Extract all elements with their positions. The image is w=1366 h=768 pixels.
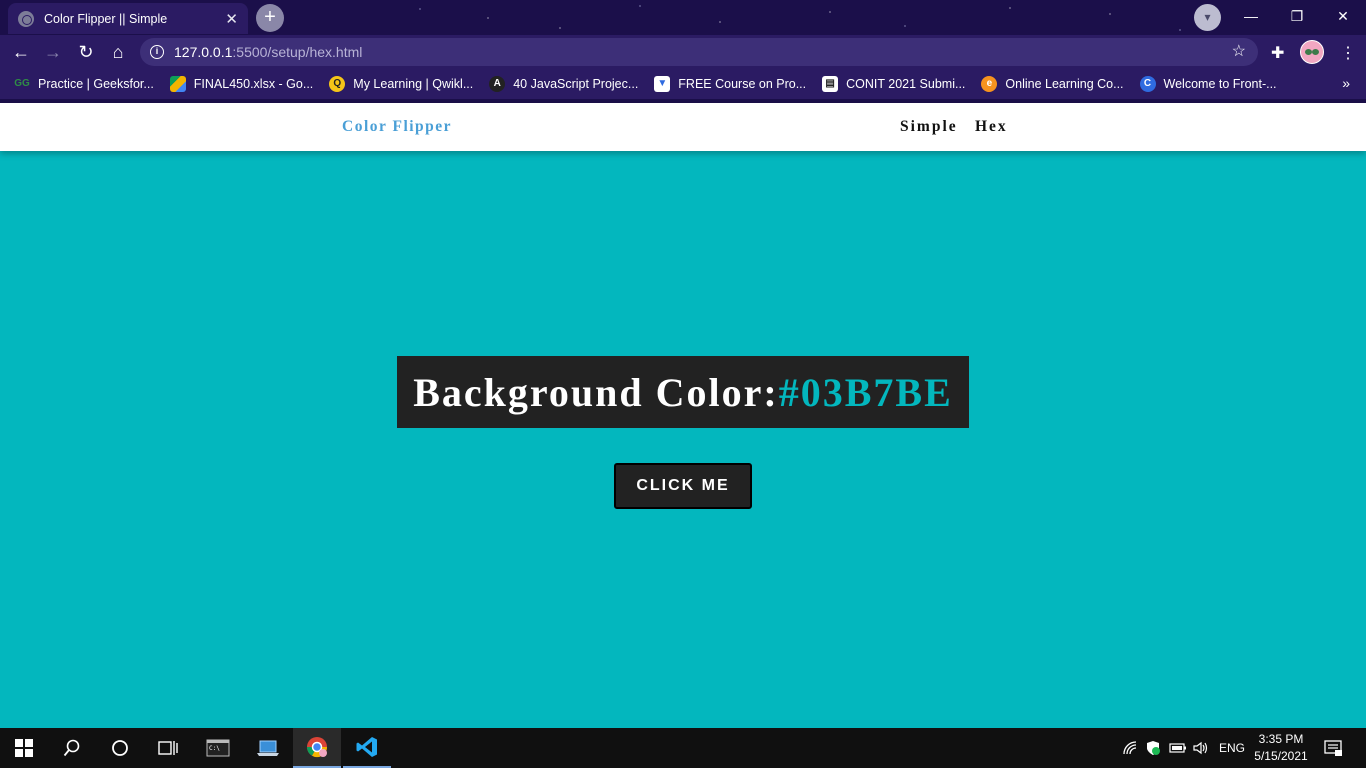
bookmark-item[interactable]: GG Practice | Geeksfor... <box>14 76 154 92</box>
search-icon[interactable] <box>48 728 96 768</box>
click-me-button[interactable]: CLICK ME <box>614 463 752 509</box>
color-label: Background Color: <box>413 369 779 415</box>
browser-toolbar: ← → ↻ ⌂ i 127.0.0.1:5500/setup/hex.html … <box>0 35 1366 69</box>
react-icon: A <box>489 76 506 92</box>
tab-search-icon[interactable]: ▾ <box>1194 4 1221 31</box>
geeksforgeeks-icon: GG <box>14 78 30 89</box>
volume-icon[interactable] <box>1192 728 1208 768</box>
menu-kebab-icon[interactable]: ⋮ <box>1340 43 1356 63</box>
language-indicator[interactable]: ENG <box>1219 728 1245 768</box>
bookmark-item[interactable]: A 40 JavaScript Projec... <box>489 76 638 92</box>
color-display: Background Color: #03B7BE <box>397 356 969 428</box>
network-icon[interactable] <box>1122 728 1138 768</box>
color-value: #03B7BE <box>778 369 953 415</box>
chrome-taskbar-icon[interactable] <box>293 728 341 768</box>
bookmark-label: Practice | Geeksfor... <box>38 77 154 91</box>
globe-icon <box>18 10 34 27</box>
browser-tab[interactable]: Color Flipper || Simple ✕ <box>8 3 248 34</box>
vscode-taskbar-icon[interactable] <box>343 728 391 768</box>
course-icon: ▼ <box>654 76 671 92</box>
clock-date: 5/15/2021 <box>1254 749 1308 763</box>
close-tab-icon[interactable]: ✕ <box>225 10 238 28</box>
bookmark-label: FREE Course on Pro... <box>678 77 807 91</box>
restore-icon[interactable]: ❐ <box>1274 2 1320 30</box>
home-icon[interactable]: ⌂ <box>105 39 131 65</box>
bookmark-item[interactable]: Q My Learning | Qwikl... <box>329 76 473 92</box>
close-window-icon[interactable]: ✕ <box>1320 2 1366 30</box>
url-path: :5500/setup/hex.html <box>232 44 363 60</box>
windows-start-icon[interactable] <box>0 728 48 768</box>
bookmark-label: Welcome to Front-... <box>1163 77 1277 91</box>
bookmark-label: FINAL450.xlsx - Go... <box>193 77 314 91</box>
bookmark-item[interactable]: C Welcome to Front-... <box>1139 76 1277 92</box>
bookmark-star-icon[interactable]: ☆ <box>1232 41 1246 61</box>
bookmark-item[interactable]: ▤ CONIT 2021 Submi... <box>822 76 965 92</box>
forward-arrow-icon[interactable]: → <box>40 39 66 65</box>
nav-link-simple[interactable]: Simple <box>900 118 958 136</box>
profile-avatar[interactable] <box>1300 40 1324 64</box>
back-arrow-icon[interactable]: ← <box>8 39 34 65</box>
tab-title: Color Flipper || Simple <box>44 11 168 26</box>
qwiklabs-icon: Q <box>329 76 346 92</box>
notifications-icon[interactable] <box>1324 728 1342 768</box>
windows-taskbar: C:\ ENG 3:35 PM 5/15/2021 <box>0 728 1366 768</box>
nav-link-hex[interactable]: Hex <box>975 118 1008 136</box>
site-info-icon[interactable]: i <box>150 45 164 59</box>
new-tab-button[interactable]: + <box>256 4 284 32</box>
bookmark-label: My Learning | Qwikl... <box>353 77 474 91</box>
bookmark-label: Online Learning Co... <box>1005 77 1124 91</box>
battery-icon[interactable] <box>1169 728 1187 768</box>
system-clock[interactable]: 3:35 PM 5/15/2021 <box>1252 731 1310 765</box>
site-navbar: Color Flipper Simple Hex <box>0 103 1366 151</box>
edureka-icon: e <box>981 76 998 92</box>
terminal-icon[interactable]: C:\ <box>194 728 242 768</box>
bookmark-item[interactable]: ▼ FREE Course on Pro... <box>654 76 806 92</box>
bookmarks-bar: GG Practice | Geeksfor... FINAL450.xlsx … <box>0 69 1366 99</box>
more-bookmarks-icon[interactable]: » <box>1342 75 1350 91</box>
url-host: 127.0.0.1 <box>174 44 233 60</box>
clock-time: 3:35 PM <box>1258 732 1304 746</box>
reload-icon[interactable]: ↻ <box>73 39 99 65</box>
bookmark-label: 40 JavaScript Projec... <box>513 77 639 91</box>
cortana-icon[interactable] <box>96 728 144 768</box>
c-icon: C <box>1139 76 1156 92</box>
extensions-puzzle-icon[interactable]: ✚ <box>1271 43 1284 63</box>
svg-text:C:\: C:\ <box>209 745 220 752</box>
laptop-icon[interactable] <box>244 728 292 768</box>
bookmark-label: CONIT 2021 Submi... <box>846 77 966 91</box>
bookmark-item[interactable]: e Online Learning Co... <box>981 76 1124 92</box>
google-drive-icon <box>169 76 186 92</box>
document-icon: ▤ <box>822 76 839 92</box>
bookmark-item[interactable]: FINAL450.xlsx - Go... <box>169 76 314 92</box>
minimize-icon[interactable]: — <box>1228 2 1274 30</box>
brand-title: Color Flipper <box>342 118 453 135</box>
address-bar[interactable]: i 127.0.0.1:5500/setup/hex.html ☆ <box>140 38 1258 66</box>
security-shield-icon[interactable] <box>1145 728 1161 768</box>
task-view-icon[interactable] <box>144 728 192 768</box>
